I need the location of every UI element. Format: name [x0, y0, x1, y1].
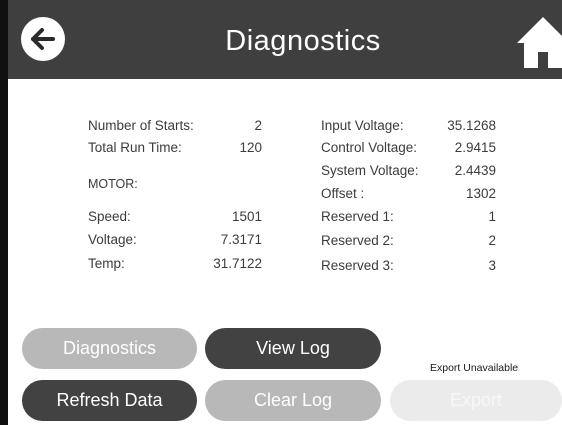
total-run-time-value: 120: [239, 140, 262, 155]
temp-value: 31.7122: [213, 256, 262, 271]
view-log-button[interactable]: View Log: [205, 328, 381, 369]
voltage-value: 7.3171: [220, 232, 262, 247]
clear-log-button[interactable]: Clear Log: [205, 380, 381, 421]
system-voltage-value: 2.4439: [454, 163, 496, 178]
diagnostics-button[interactable]: Diagnostics: [22, 328, 197, 369]
motor-heading: MOTOR:: [88, 177, 138, 191]
system-voltage-label: System Voltage:: [321, 163, 419, 178]
control-voltage-label: Control Voltage:: [321, 140, 418, 155]
stats-left: Number of Starts: 2 Total Run Time: 120 …: [0, 0, 280, 300]
stats-right: Input Voltage: 35.1268 Control Voltage: …: [280, 0, 562, 300]
reserved-2-value: 2: [488, 233, 496, 248]
temp-label: Temp:: [88, 256, 125, 271]
number-of-starts-label: Number of Starts:: [88, 118, 194, 133]
reserved-1-value: 1: [488, 209, 496, 224]
input-voltage-value: 35.1268: [447, 118, 496, 133]
refresh-data-button[interactable]: Refresh Data: [22, 380, 197, 421]
speed-label: Speed:: [88, 209, 131, 224]
reserved-1-label: Reserved 1:: [321, 209, 394, 224]
offset-value: 1302: [465, 186, 496, 201]
input-voltage-label: Input Voltage:: [321, 118, 404, 133]
offset-label: Offset :: [321, 186, 365, 201]
control-voltage-value: 2.9415: [454, 140, 496, 155]
export-button[interactable]: Export: [390, 380, 562, 421]
reserved-3-value: 3: [488, 258, 496, 273]
export-unavailable-note: Export Unavailable: [430, 362, 519, 374]
speed-value: 1501: [231, 209, 262, 224]
number-of-starts-value: 2: [254, 118, 262, 133]
reserved-2-label: Reserved 2:: [321, 233, 394, 248]
total-run-time-label: Total Run Time:: [88, 140, 182, 155]
reserved-3-label: Reserved 3:: [321, 258, 394, 273]
voltage-label: Voltage:: [88, 232, 137, 247]
